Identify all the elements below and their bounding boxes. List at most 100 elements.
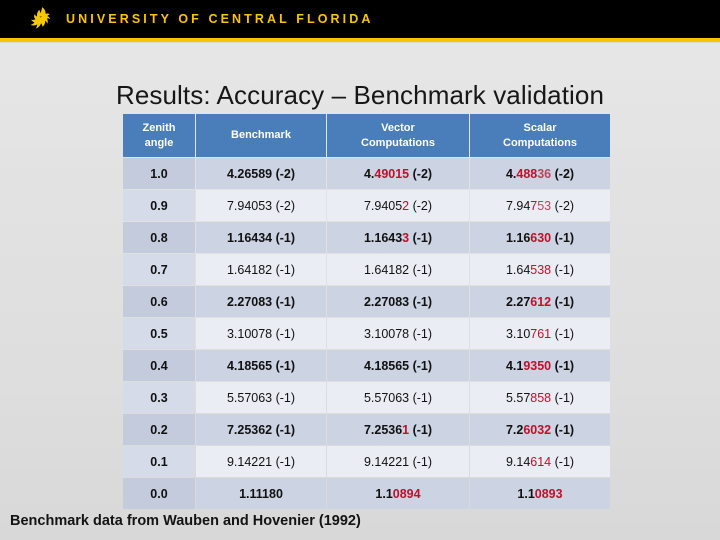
value-exponent: (-2) (409, 198, 433, 213)
cell-benchmark: 7.94053 (-2) (196, 190, 326, 222)
table-row: 1.0 4.26589 (-2) 4.49015 (-2) 4.48836 (-2) (123, 158, 610, 190)
cell-vector-computations: 4.49015 (-2) (327, 158, 469, 190)
value-black-part: 1.64 (505, 262, 531, 277)
cell-vector-computations: 3.10078 (-1) (327, 318, 469, 350)
value-black-part: 3.10 (505, 326, 531, 341)
value-black-part: 7.94 (505, 198, 531, 213)
cell-zenith-angle: 0.1 (123, 446, 195, 478)
value-black-part: 7.2 (505, 422, 524, 437)
table-row: 0.0 1.11180 1.10894 1.10893 (123, 478, 610, 510)
value-black-part: 9.14 (505, 454, 531, 469)
value-exponent: (-1) (409, 454, 433, 469)
value-highlight-digits-soft: 36 (537, 166, 552, 181)
value-highlight-digits-soft: 53 (537, 198, 552, 213)
cell-benchmark: 4.18565 (-1) (196, 350, 326, 382)
value-black-part: 7.25362 (-1) (226, 422, 296, 437)
value-exponent: (-2) (409, 166, 433, 181)
column-header-vector-computations: Vector Computations (327, 114, 469, 158)
value-highlight-digits: 9350 (523, 358, 552, 373)
value-exponent: (-1) (551, 262, 575, 277)
header-line-1: Scalar (523, 122, 557, 134)
ucf-pegasus-icon (30, 7, 51, 29)
cell-zenith-angle: 0.6 (123, 286, 195, 318)
value-highlight-digits: 858 (530, 390, 552, 405)
cell-scalar-computations: 3.10761 (-1) (470, 318, 610, 350)
value-black-part: 1.64182 (363, 262, 410, 277)
cell-benchmark: 7.25362 (-1) (196, 414, 326, 446)
value-exponent: (-1) (551, 454, 575, 469)
header-line-1: Benchmark (231, 129, 291, 142)
cell-zenith-angle: 0.9 (123, 190, 195, 222)
source-note: Benchmark data from Wauben and Hovenier … (10, 513, 361, 529)
value-black-part: 1.16 (505, 230, 531, 245)
table-header: Zenith angle Benchmark Vector Computatio… (123, 114, 610, 158)
value-black-part: 1.11180 (239, 486, 283, 501)
header-line-2: Computations (361, 136, 435, 149)
cell-benchmark: 4.26589 (-2) (196, 158, 326, 190)
value-black-part: 9.14221 (-1) (226, 454, 296, 469)
cell-scalar-computations: 4.48836 (-2) (470, 158, 610, 190)
value-black-part: 5.57 (505, 390, 531, 405)
value-black-part: 9.14221 (363, 454, 410, 469)
value-black-part: 7.94053 (-2) (226, 198, 296, 213)
value-black-part: 7.9405 (363, 198, 403, 213)
value-highlight-digits: 0893 (534, 486, 563, 501)
value-highlight-digits: 538 (530, 262, 552, 277)
page-title: Results: Accuracy – Benchmark validation (115, 80, 605, 110)
table-row: 0.4 4.18565 (-1) 4.18565 (-1) 4.19350 (-1) (123, 350, 610, 382)
brand-wordmark: UNIVERSITY OF CENTRAL FLORIDA (66, 12, 374, 26)
cell-zenith-angle: 0.0 (123, 478, 195, 510)
cell-scalar-computations: 9.14614 (-1) (470, 446, 610, 478)
table-body: 1.0 4.26589 (-2) 4.49015 (-2) 4.48836 (-2) 0… (123, 158, 610, 510)
value-exponent: (-1) (551, 358, 575, 373)
table-row: 0.6 2.27083 (-1) 2.27083 (-1) 2.27612 (-1) (123, 286, 610, 318)
cell-vector-computations: 1.10894 (327, 478, 469, 510)
value-highlight-digits: 6032 (523, 422, 552, 437)
column-header-zenith-angle: Zenith angle (123, 114, 195, 158)
value-exponent: (-1) (551, 230, 575, 245)
cell-zenith-angle: 1.0 (123, 158, 195, 190)
value-exponent: (-1) (409, 326, 433, 341)
value-exponent: (-1) (409, 422, 433, 437)
value-highlight-digits: 630 (530, 230, 552, 245)
cell-vector-computations: 1.64182 (-1) (327, 254, 469, 286)
value-black-part: 5.57063 (363, 390, 410, 405)
cell-vector-computations: 2.27083 (-1) (327, 286, 469, 318)
value-black-part: 7.2536 (363, 422, 403, 437)
cell-zenith-angle: 0.7 (123, 254, 195, 286)
value-exponent: (-1) (409, 358, 433, 373)
header-line-1: Zenith (142, 122, 176, 134)
value-exponent: (-2) (551, 198, 575, 213)
value-exponent: (-1) (409, 294, 433, 309)
table-row: 0.7 1.64182 (-1) 1.64182 (-1) 1.64538 (-1) (123, 254, 610, 286)
table-row: 0.1 9.14221 (-1) 9.14221 (-1) 9.14614 (-1) (123, 446, 610, 478)
cell-benchmark: 3.10078 (-1) (196, 318, 326, 350)
value-black-part: 4.1 (505, 358, 524, 373)
value-black-part: 1.1643 (363, 230, 403, 245)
value-black-part: 2.27 (505, 294, 531, 309)
value-black-part: 1.16434 (-1) (226, 230, 296, 245)
table-row: 0.8 1.16434 (-1) 1.16433 (-1) 1.16630 (-1) (123, 222, 610, 254)
cell-zenith-angle: 0.4 (123, 350, 195, 382)
value-exponent: (-1) (409, 262, 433, 277)
column-header-benchmark: Benchmark (196, 114, 326, 158)
value-highlight-digits: 612 (530, 294, 552, 309)
value-exponent: (-1) (551, 326, 575, 341)
value-black-part: 2.27083 (363, 294, 410, 309)
cell-scalar-computations: 7.94753 (-2) (470, 190, 610, 222)
value-black-part: 4. (505, 166, 517, 181)
cell-benchmark: 1.64182 (-1) (196, 254, 326, 286)
cell-scalar-computations: 4.19350 (-1) (470, 350, 610, 382)
value-black-part: 4. (363, 166, 375, 181)
cell-scalar-computations: 1.64538 (-1) (470, 254, 610, 286)
benchmark-results-table: Zenith angle Benchmark Vector Computatio… (122, 113, 611, 510)
cell-benchmark: 2.27083 (-1) (196, 286, 326, 318)
value-highlight-digits: 614 (530, 454, 552, 469)
header-drop-shadow (0, 41, 720, 43)
cell-scalar-computations: 2.27612 (-1) (470, 286, 610, 318)
value-highlight-digits: 761 (530, 326, 552, 341)
table-row: 0.5 3.10078 (-1) 3.10078 (-1) 3.10761 (-1) (123, 318, 610, 350)
value-exponent: (-1) (551, 422, 575, 437)
cell-zenith-angle: 0.3 (123, 382, 195, 414)
table-row: 0.3 5.57063 (-1) 5.57063 (-1) 5.57858 (-1) (123, 382, 610, 414)
